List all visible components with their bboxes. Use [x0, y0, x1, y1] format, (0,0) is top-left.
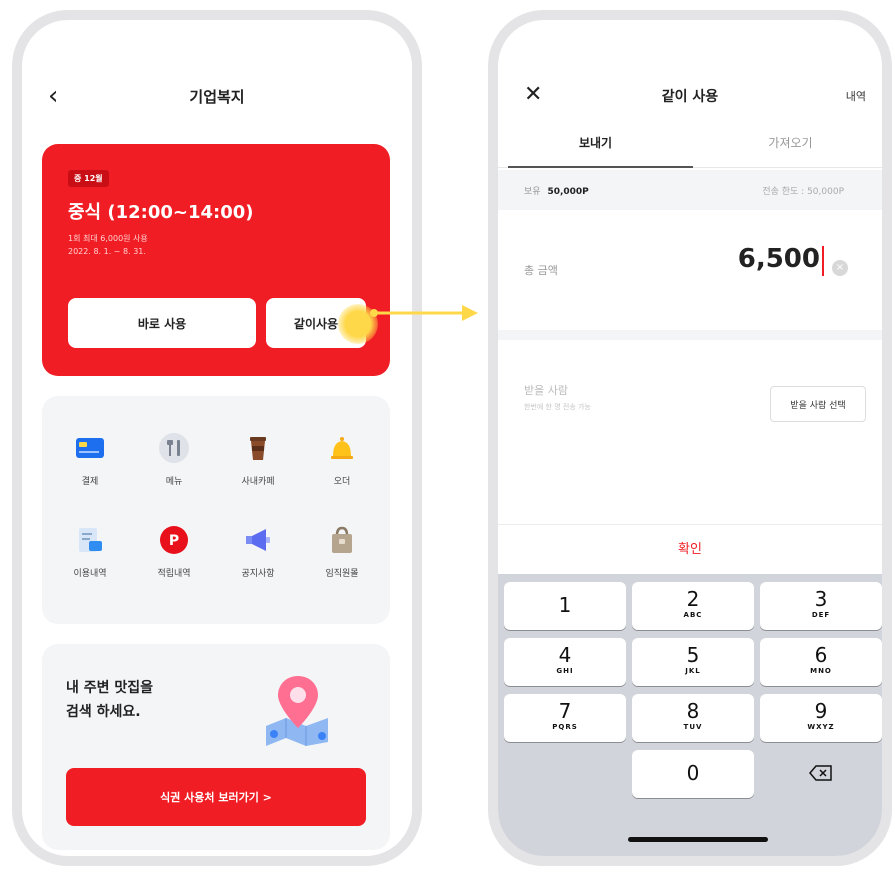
menu-label: 결제 — [81, 477, 99, 487]
key-digit: 6 — [814, 643, 828, 667]
flow-arrow-icon — [370, 305, 478, 321]
map-pin-icon — [266, 676, 328, 746]
menu-item-menu[interactable]: 메뉴 — [134, 432, 214, 487]
key-1[interactable]: 1 — [504, 582, 626, 630]
key-letters: ABC — [683, 611, 703, 619]
key-4[interactable]: 4 GHI — [504, 638, 626, 686]
key-digit: 1 — [558, 593, 572, 617]
balance: 보유 50,000P — [524, 184, 589, 197]
key-digit: 9 — [814, 699, 828, 723]
tab-send[interactable]: 보내기 — [498, 134, 693, 151]
amount-input-row[interactable]: 총 금액 6,500 × — [498, 210, 882, 330]
text-cursor — [822, 246, 824, 276]
card-icon — [74, 432, 106, 464]
menu-label: 오더 — [333, 477, 351, 487]
recipient-label: 받을 사람 — [524, 384, 568, 397]
key-digit: 2 — [686, 587, 700, 611]
key-7[interactable]: 7 PQRS — [504, 694, 626, 742]
menu-label: 적립내역 — [157, 569, 191, 579]
phone-right-share-use: ✕ 같이 사용 내역 보내기 가져오기 보유 50,000P 전송 한도 : 5… — [488, 10, 892, 866]
key-letters: PQRS — [552, 723, 578, 731]
recipient-section: 받을 사람 한번에 한 명 전송 가능 받을 사람 선택 — [498, 340, 882, 530]
receipt-icon — [74, 524, 106, 556]
restaurant-prompt: 내 주변 맛집을 검색 하세요. — [66, 676, 153, 724]
key-3[interactable]: 3 DEF — [760, 582, 882, 630]
menu-item-payment[interactable]: 결제 — [50, 432, 130, 487]
menu-item-cafe[interactable]: 사내카페 — [218, 432, 298, 487]
shopping-bag-icon — [326, 524, 358, 556]
month-badge: 중 12월 — [68, 170, 109, 187]
key-digit: 4 — [558, 643, 572, 667]
restaurant-search-card: 내 주변 맛집을 검색 하세요. 식권 사용처 보러가기 > — [42, 644, 390, 850]
key-2[interactable]: 2 ABC — [632, 582, 754, 630]
menu-label: 메뉴 — [165, 477, 183, 487]
key-8[interactable]: 8 TUV — [632, 694, 754, 742]
meal-period: 2022. 8. 1. ~ 8. 31. — [68, 247, 146, 256]
key-digit: 0 — [686, 761, 700, 785]
restaurant-prompt-line1: 내 주변 맛집을 — [66, 680, 154, 696]
menu-item-order[interactable]: 오더 — [302, 432, 382, 487]
history-link[interactable]: 내역 — [846, 88, 866, 104]
meal-limit: 1회 최대 6,000원 사용 — [68, 234, 148, 243]
menu-item-points-history[interactable]: P 적립내역 — [134, 524, 214, 579]
transfer-limit: 전송 한도 : 50,000P — [762, 187, 844, 197]
coffee-cup-icon — [242, 432, 274, 464]
meal-description: 1회 최대 6,000원 사용 2022. 8. 1. ~ 8. 31. — [68, 232, 148, 258]
numeric-keypad: 1 2 ABC 3 DEF 4 GHI 5 JKL 6 MNO 7 PQRS 8… — [498, 574, 882, 856]
menu-item-notice[interactable]: 공지사항 — [218, 524, 298, 579]
balance-bar: 보유 50,000P 전송 한도 : 50,000P — [498, 170, 882, 210]
active-tab-indicator — [508, 166, 693, 168]
phone-left-company-welfare: ‹ 기업복지 중 12월 중식 (12:00~14:00) 1회 최대 6,00… — [12, 10, 422, 866]
confirm-button[interactable]: 확인 — [498, 524, 882, 574]
key-6[interactable]: 6 MNO — [760, 638, 882, 686]
key-digit: 7 — [558, 699, 572, 723]
fork-knife-icon — [158, 432, 190, 464]
key-letters: DEF — [811, 611, 831, 619]
key-letters: JKL — [685, 667, 701, 675]
tab-bar: 보내기 가져오기 — [498, 128, 882, 168]
service-menu-grid: 결제 메뉴 사내카페 오더 이용내역 P 적립내역 공지사항 임직원몰 — [42, 396, 390, 624]
header: ✕ 같이 사용 내역 — [498, 82, 882, 118]
clear-icon[interactable]: × — [832, 260, 848, 276]
key-letters: TUV — [683, 723, 703, 731]
backspace-icon — [809, 765, 832, 781]
view-restaurants-button[interactable]: 식권 사용처 보러가기 > — [66, 768, 366, 826]
amount-value[interactable]: 6,500 — [738, 244, 820, 274]
key-digit: 5 — [686, 643, 700, 667]
home-indicator — [628, 837, 768, 842]
menu-item-usage-history[interactable]: 이용내역 — [50, 524, 130, 579]
menu-label: 공지사항 — [241, 569, 275, 579]
select-recipient-button[interactable]: 받을 사람 선택 — [770, 386, 866, 422]
page-title: 기업복지 — [189, 88, 245, 106]
megaphone-icon — [242, 524, 274, 556]
key-digit: 3 — [814, 587, 828, 611]
amount-label: 총 금액 — [524, 264, 558, 277]
meal-title: 중식 (12:00~14:00) — [68, 202, 254, 223]
tab-receive[interactable]: 가져오기 — [693, 134, 882, 151]
key-letters: WXYZ — [807, 723, 835, 731]
key-5[interactable]: 5 JKL — [632, 638, 754, 686]
key-9[interactable]: 9 WXYZ — [760, 694, 882, 742]
menu-label: 임직원몰 — [325, 569, 359, 579]
key-digit: 8 — [686, 699, 700, 723]
backspace-key[interactable] — [760, 750, 882, 798]
menu-label: 사내카페 — [241, 477, 275, 487]
svg-text:P: P — [169, 533, 179, 549]
point-icon: P — [158, 524, 190, 556]
key-letters: GHI — [556, 667, 574, 675]
menu-label: 이용내역 — [73, 569, 107, 579]
balance-value: 50,000P — [547, 187, 589, 197]
recipient-hint: 한번에 한 명 전송 가능 — [524, 403, 591, 411]
key-letters: MNO — [810, 667, 832, 675]
key-0[interactable]: 0 — [632, 750, 754, 798]
section-divider — [498, 330, 882, 340]
menu-item-employee-mall[interactable]: 임직원몰 — [302, 524, 382, 579]
page-title: 같이 사용 — [661, 89, 719, 105]
use-now-button[interactable]: 바로 사용 — [68, 298, 256, 348]
balance-label: 보유 — [524, 187, 541, 197]
meal-ticket-card: 중 12월 중식 (12:00~14:00) 1회 최대 6,000원 사용 2… — [42, 144, 390, 376]
header: ‹ 기업복지 — [22, 78, 412, 118]
restaurant-prompt-line2: 검색 하세요. — [66, 704, 141, 720]
bell-icon — [326, 432, 358, 464]
